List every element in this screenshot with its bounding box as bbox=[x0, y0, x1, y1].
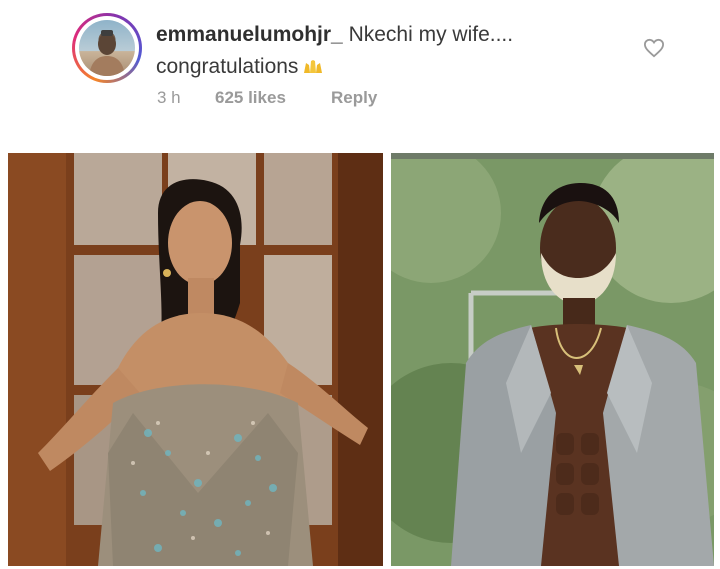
comment-meta: 3 h 625 likes Reply bbox=[157, 88, 377, 108]
comment-row: emmanuelumohjr_ Nkechi my wife.... congr… bbox=[0, 0, 720, 145]
photo-woman bbox=[8, 153, 383, 566]
comment-username[interactable]: emmanuelumohjr_ bbox=[156, 23, 343, 46]
comment-text: emmanuelumohjr_ Nkechi my wife.... congr… bbox=[156, 19, 626, 83]
comment-time: 3 h bbox=[157, 88, 181, 107]
comment-body-line2: congratulations bbox=[156, 55, 299, 78]
photo-man bbox=[391, 153, 714, 566]
heart-icon[interactable] bbox=[643, 38, 665, 58]
avatar-image bbox=[79, 20, 135, 76]
avatar[interactable] bbox=[72, 13, 142, 83]
reply-button[interactable]: Reply bbox=[331, 88, 377, 108]
comment-likes-count[interactable]: 625 likes bbox=[215, 88, 331, 108]
raising-hands-emoji-icon bbox=[304, 60, 323, 73]
comment-body-line1: Nkechi my wife.... bbox=[348, 23, 514, 46]
